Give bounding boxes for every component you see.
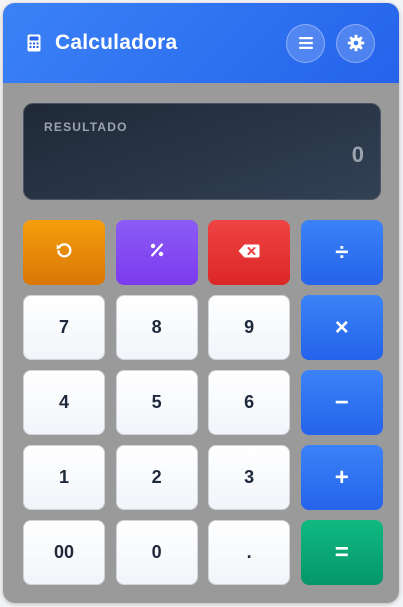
digit-5-button[interactable]: 5 <box>115 370 198 435</box>
digit-9-button[interactable]: 9 <box>208 295 291 360</box>
reset-icon <box>55 241 73 264</box>
app-title: Calculadora <box>55 31 178 54</box>
multiply-button[interactable]: × <box>300 295 383 360</box>
digit-7-button[interactable]: 7 <box>23 295 105 360</box>
digit-3-button[interactable]: 3 <box>208 445 291 510</box>
percent-button[interactable] <box>115 220 198 285</box>
settings-icon <box>347 34 365 52</box>
double-zero-button[interactable]: 00 <box>23 520 105 585</box>
divide-button[interactable]: ÷ <box>300 220 383 285</box>
digit-2-button[interactable]: 2 <box>115 445 198 510</box>
menu-icon <box>298 36 314 50</box>
backspace-button[interactable] <box>208 220 291 285</box>
result-display: RESULTADO 0 <box>23 103 381 200</box>
header: Calculadora <box>3 3 399 83</box>
add-button[interactable]: + <box>300 445 383 510</box>
decimal-button[interactable]: . <box>208 520 291 585</box>
display-label: RESULTADO <box>44 120 128 134</box>
menu-button[interactable] <box>286 23 325 63</box>
calculator-app: Calculadora RESULTADO 0 ÷ 7 8 9 × 4 5 6 … <box>3 3 399 603</box>
settings-button[interactable] <box>336 23 375 63</box>
percent-icon <box>149 242 165 263</box>
digit-8-button[interactable]: 8 <box>115 295 198 360</box>
reset-button[interactable] <box>23 220 105 285</box>
equals-button[interactable]: = <box>300 520 383 585</box>
keypad: ÷ 7 8 9 × 4 5 6 − 1 2 3 + 00 0 . = <box>23 220 383 585</box>
digit-6-button[interactable]: 6 <box>208 370 291 435</box>
display-value: 0 <box>351 142 364 167</box>
digit-1-button[interactable]: 1 <box>23 445 105 510</box>
calculator-icon <box>27 34 41 52</box>
title-wrap: Calculadora <box>27 31 275 55</box>
subtract-button[interactable]: − <box>300 370 383 435</box>
digit-4-button[interactable]: 4 <box>23 370 105 435</box>
backspace-icon <box>238 242 260 263</box>
digit-0-button[interactable]: 0 <box>115 520 198 585</box>
